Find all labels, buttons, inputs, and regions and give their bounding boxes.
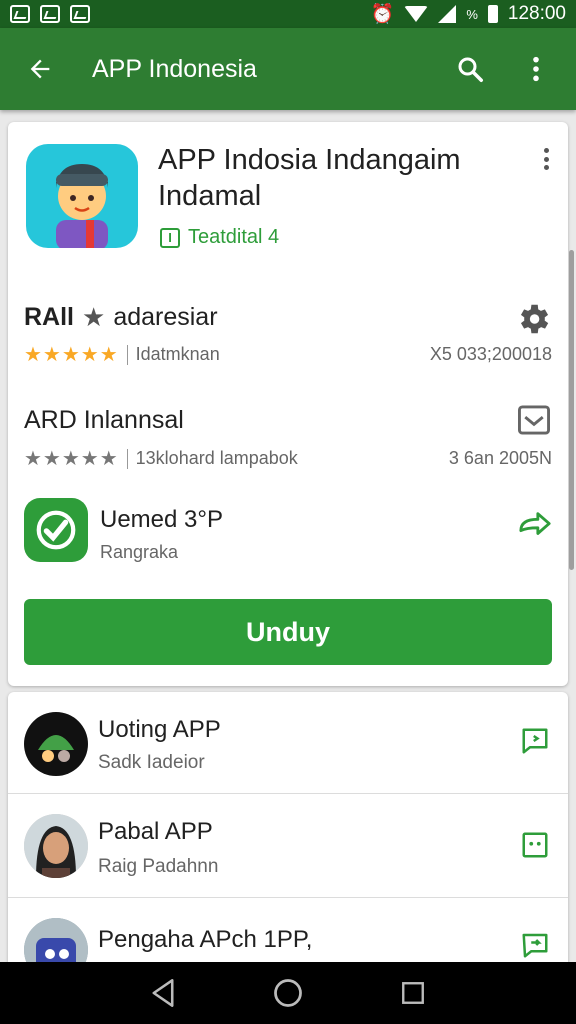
info-row-2-meta: ★★★★★ 13klohard lampabok xyxy=(24,448,298,470)
check-notification-icon xyxy=(70,5,90,23)
data-indicator: % xyxy=(466,6,478,22)
search-icon[interactable] xyxy=(450,49,490,89)
share-arrow-icon[interactable] xyxy=(518,510,552,545)
install-button[interactable]: Unduy xyxy=(24,599,552,665)
list-item-subtitle: Sadk Iadeior xyxy=(98,752,205,773)
inbox-icon[interactable] xyxy=(516,404,552,441)
app-bar: APP Indonesia xyxy=(0,28,576,110)
back-arrow-icon[interactable] xyxy=(20,49,60,89)
reply-icon[interactable] xyxy=(520,930,550,960)
scrollbar[interactable] xyxy=(569,250,574,570)
info-row-2-value: 3 6an 2005N xyxy=(448,448,552,468)
info-row-2-title: ARD Inlannsal xyxy=(24,406,184,434)
open-chat-icon[interactable] xyxy=(520,726,550,756)
home-nav-icon[interactable] xyxy=(268,973,308,1013)
alarm-icon: ⏰ xyxy=(370,4,395,25)
rating-stars: ★★★★★ xyxy=(24,448,119,470)
app-detail-card: APP Indosia Indangaim Indamal I Teatdita… xyxy=(8,122,568,686)
update-row-title: Uemed 3°P xyxy=(100,506,223,533)
rating-box-icon: I xyxy=(160,227,180,248)
recents-nav-icon[interactable] xyxy=(393,973,433,1013)
rating-stars: ★★★★★ xyxy=(24,344,119,366)
content-rating-badge: I Teatdital 4 xyxy=(160,226,279,249)
message-icon[interactable] xyxy=(520,830,550,860)
verified-check-icon xyxy=(24,498,88,562)
info-row-1-value: X5 033;200018 xyxy=(429,344,552,364)
battery-icon xyxy=(487,5,498,23)
back-nav-icon[interactable] xyxy=(143,973,183,1013)
signal-icon xyxy=(438,5,457,23)
list-item[interactable]: Pabal APP Raig Padahnn xyxy=(8,796,568,898)
info-row-1-title: RAll ★ adaresiar xyxy=(24,302,218,332)
list-item-title: Pengaha APch 1PP, xyxy=(98,926,313,953)
app-avatar xyxy=(24,814,88,878)
page-title: APP Indonesia xyxy=(92,54,257,83)
image-notification-icon xyxy=(10,5,30,23)
app-avatar xyxy=(24,712,88,776)
list-item-title: Pabal APP xyxy=(98,818,213,845)
app-icon xyxy=(26,144,138,248)
app-title: APP Indosia Indangaim Indamal xyxy=(158,144,461,212)
list-item-title: Uoting APP xyxy=(98,716,221,743)
status-time: 128:00 xyxy=(507,3,566,24)
badge-label: Teatdital 4 xyxy=(188,226,280,248)
star-icon: ★ xyxy=(82,302,106,332)
card-more-icon[interactable] xyxy=(534,144,558,174)
photo-notification-icon xyxy=(40,5,60,23)
related-apps-card: Uoting APP Sadk Iadeior Pabal APP Raig P… xyxy=(8,692,568,982)
update-row-subtitle: Rangraka xyxy=(100,542,179,562)
system-nav-bar xyxy=(0,962,576,1024)
more-options-icon[interactable] xyxy=(516,49,556,89)
gear-icon[interactable] xyxy=(514,300,552,343)
status-bar: ⏰ % 128:00 xyxy=(0,0,576,28)
list-item[interactable]: Uoting APP Sadk Iadeior xyxy=(8,692,568,794)
info-row-1-meta: ★★★★★ Idatmknan xyxy=(24,344,220,366)
wifi-icon xyxy=(404,6,429,22)
list-item-subtitle: Raig Padahnn xyxy=(98,856,219,877)
